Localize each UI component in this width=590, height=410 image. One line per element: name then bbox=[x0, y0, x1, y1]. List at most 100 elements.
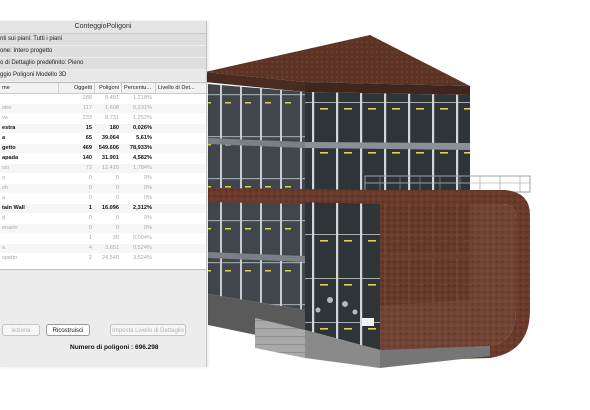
info-floors: nti sui piani: Tutti i piani bbox=[0, 34, 206, 46]
cell-name: enario bbox=[2, 225, 18, 231]
cell-objects: 0 bbox=[88, 215, 92, 221]
cell-name: getto bbox=[2, 145, 16, 151]
cell-objects: 65 bbox=[85, 135, 92, 141]
table-row[interactable]: getto 469 549.606 78,933% bbox=[0, 144, 206, 153]
cell-polys: 0 bbox=[115, 185, 119, 191]
table-row[interactable]: enario 0 0 0% bbox=[0, 224, 206, 233]
select-button[interactable]: leziona bbox=[2, 324, 40, 336]
cell-objects: 0 bbox=[88, 225, 92, 231]
cell-percent: 0% bbox=[143, 215, 152, 221]
cell-name bbox=[2, 234, 57, 243]
cell-name: stro bbox=[2, 105, 12, 111]
cell-percent: 5,61% bbox=[136, 135, 152, 141]
cell-name: o bbox=[2, 175, 6, 181]
cell-percent: 78,933% bbox=[129, 145, 152, 151]
cell-polys: 24.540 bbox=[101, 255, 119, 261]
cell-name: d bbox=[2, 215, 6, 221]
cell-polys: 8.731 bbox=[105, 115, 119, 121]
header-objects[interactable]: Oggetti bbox=[58, 83, 94, 93]
table-row[interactable]: sio 72 12.420 1,784% bbox=[0, 164, 206, 173]
cell-percent: 0,004% bbox=[133, 235, 152, 241]
table-row[interactable]: a 4 3.651 0,524% bbox=[0, 244, 206, 253]
cell-name: sh bbox=[2, 185, 8, 191]
cell-polys: 0 bbox=[115, 195, 119, 201]
cell-objects: 288 bbox=[82, 95, 92, 101]
info-model-title: ggio Poligoni Modello 3D bbox=[0, 70, 206, 82]
table-row[interactable]: a 0 0 0% bbox=[0, 194, 206, 203]
cell-name: sio bbox=[2, 165, 10, 171]
cell-objects: 0 bbox=[88, 185, 92, 191]
cell-objects: 0 bbox=[88, 175, 92, 181]
table-header: me Oggetti Poligoni Percentu... Livello … bbox=[0, 83, 206, 94]
cell-objects: 117 bbox=[83, 105, 92, 111]
polygon-count-dialog: ConteggioPoligoni nti sui piani: Tutti i… bbox=[0, 21, 207, 367]
cell-polys: 31.901 bbox=[101, 155, 119, 161]
cell-percent: 0% bbox=[143, 195, 152, 201]
cell-percent: 0% bbox=[143, 185, 152, 191]
table-row[interactable]: d 0 0 0% bbox=[0, 214, 206, 223]
table-row[interactable]: tain Wall 1 16.096 2,312% bbox=[0, 204, 206, 213]
cell-percent: 1,218% bbox=[133, 95, 152, 101]
set-detail-level-button[interactable]: Imposta Livello di Dettaglio bbox=[110, 324, 186, 336]
cell-name: a bbox=[2, 195, 6, 201]
header-polygons[interactable]: Poligoni bbox=[94, 83, 121, 93]
cell-polys: 1.608 bbox=[105, 105, 119, 111]
table-row[interactable]: stro 117 1.608 0,231% bbox=[0, 104, 206, 113]
header-percent[interactable]: Percentu... bbox=[121, 83, 155, 93]
table-row[interactable]: 1 30 0,004% bbox=[0, 234, 206, 243]
cell-percent: 1,252% bbox=[133, 115, 152, 121]
cell-percent: 1,784% bbox=[133, 165, 152, 171]
table-row[interactable]: 288 8.481 1,218% bbox=[0, 94, 206, 103]
cell-name: a bbox=[2, 245, 6, 251]
cell-polys: 16.096 bbox=[101, 205, 119, 211]
table-row[interactable]: a 65 39.064 5,61% bbox=[0, 134, 206, 143]
cell-polys: 0 bbox=[115, 225, 119, 231]
cell-objects: 15 bbox=[85, 125, 92, 131]
cell-polys: 8.481 bbox=[105, 95, 119, 101]
cell-percent: 0% bbox=[143, 175, 152, 181]
cell-polys: 180 bbox=[109, 125, 119, 131]
cell-name: estra bbox=[2, 125, 16, 131]
table-row[interactable]: o 0 0 0% bbox=[0, 174, 206, 183]
cell-objects: 1 bbox=[88, 235, 92, 241]
info-selection: one: Intero progetto bbox=[0, 46, 206, 58]
cell-polys: 3.651 bbox=[105, 245, 119, 251]
cell-polys: 549.606 bbox=[98, 145, 119, 151]
cell-objects: 72 bbox=[85, 165, 92, 171]
table-row[interactable]: apada 140 31.901 4,582% bbox=[0, 154, 206, 163]
cell-objects: 233 bbox=[82, 115, 92, 121]
cell-objects: 1 bbox=[88, 205, 92, 211]
cell-name: a bbox=[2, 135, 6, 141]
header-detail-level[interactable]: Livello di Det... bbox=[155, 83, 206, 93]
cell-name: apada bbox=[2, 155, 19, 161]
table-row[interactable]: estra 15 180 0,026% bbox=[0, 124, 206, 133]
table-row[interactable]: ve 233 8.731 1,252% bbox=[0, 114, 206, 123]
dialog-title: ConteggioPoligoni bbox=[0, 21, 206, 34]
cell-polys: 12.420 bbox=[101, 165, 119, 171]
cell-percent: 4,582% bbox=[133, 155, 152, 161]
cell-objects: 2 bbox=[88, 255, 92, 261]
cell-name: tain Wall bbox=[2, 205, 25, 211]
cell-polys: 39.064 bbox=[101, 135, 119, 141]
table-row[interactable]: spetto 2 24.540 3,524% bbox=[0, 254, 206, 263]
info-detail-level: o di Dettaglio predefinito: Pieno bbox=[0, 58, 206, 70]
cell-percent: 0,231% bbox=[133, 105, 152, 111]
cell-objects: 4 bbox=[88, 245, 92, 251]
table-row[interactable]: sh 0 0 0% bbox=[0, 184, 206, 193]
cell-polys: 0 bbox=[115, 175, 119, 181]
polygon-table: me Oggetti Poligoni Percentu... Livello … bbox=[0, 82, 206, 270]
header-name[interactable]: me bbox=[0, 83, 58, 93]
cell-polys: 30 bbox=[112, 235, 119, 241]
cell-percent: 2,312% bbox=[133, 205, 152, 211]
cell-objects: 469 bbox=[82, 145, 92, 151]
cell-name: ve bbox=[2, 115, 8, 121]
cell-percent: 0% bbox=[143, 225, 152, 231]
polygon-total: Numero di poligoni : 696.298 bbox=[70, 344, 159, 351]
cell-percent: 0,524% bbox=[133, 245, 152, 251]
cell-polys: 0 bbox=[115, 215, 119, 221]
cell-percent: 0,026% bbox=[133, 125, 152, 131]
cell-percent: 3,524% bbox=[133, 255, 152, 261]
rebuild-button[interactable]: Ricostruisci bbox=[46, 324, 90, 336]
cell-objects: 140 bbox=[82, 155, 92, 161]
cell-objects: 0 bbox=[88, 195, 92, 201]
